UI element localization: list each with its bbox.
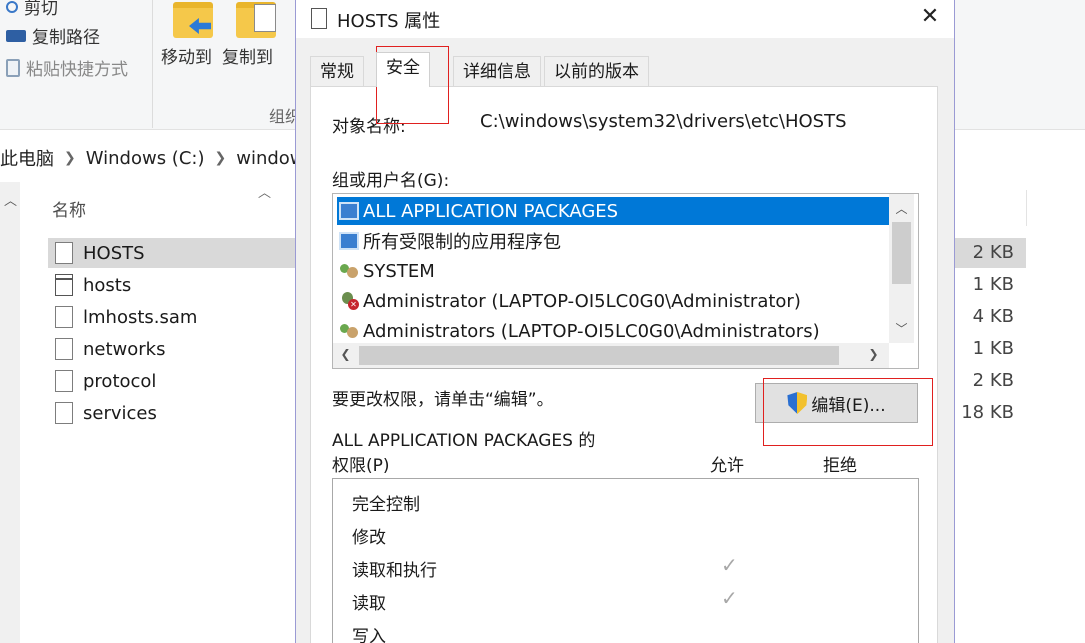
scroll-right-icon[interactable]: ❯ <box>861 347 886 361</box>
annotation-box-edit-button <box>763 378 933 446</box>
dialog-titlebar[interactable]: HOSTS 属性 ✕ <box>296 0 954 38</box>
copy-path-icon <box>6 29 26 42</box>
allow-column-header: 允许 <box>710 456 744 476</box>
copy-path-button[interactable]: 复制路径 <box>6 23 100 48</box>
list-horizontal-scrollbar[interactable]: ❮ ❯ <box>333 343 889 368</box>
column-header-name[interactable]: 名称 <box>52 196 86 221</box>
file-icon <box>55 306 73 328</box>
chevron-right-icon: ❯ <box>64 150 76 166</box>
file-icon <box>55 274 73 296</box>
scroll-left-icon[interactable]: ❮ <box>333 347 358 361</box>
list-item[interactable]: ALL APPLICATION PACKAGES <box>337 197 889 225</box>
chevron-right-icon: ❯ <box>214 150 227 166</box>
breadcrumb-drive-c[interactable]: Windows (C:) <box>86 148 205 169</box>
cut-button[interactable]: 剪切 <box>6 0 58 19</box>
checkmark-icon: ✓ <box>721 553 738 577</box>
list-item[interactable]: Administrator (LAPTOP-OI5LC0G0\Administr… <box>337 287 889 315</box>
tab-previous-versions[interactable]: 以前的版本 <box>544 56 649 86</box>
file-row-hosts-upper[interactable]: HOSTS <box>48 238 296 268</box>
file-row-networks[interactable]: networks <box>48 334 296 364</box>
arrow-left-icon <box>189 18 211 34</box>
scroll-thumb[interactable] <box>892 222 911 284</box>
package-icon <box>339 202 359 220</box>
admin-user-icon <box>339 292 359 310</box>
file-name: protocol <box>83 370 157 392</box>
list-item[interactable]: Administrators (LAPTOP-OI5LC0G0\Administ… <box>337 317 889 345</box>
file-icon <box>55 402 73 424</box>
file-row-lmhosts[interactable]: lmhosts.sam <box>48 302 296 332</box>
copy-to-folder-icon <box>236 2 276 38</box>
permission-modify: 修改 <box>352 528 386 548</box>
groups-label: 组或用户名(G): <box>332 171 450 191</box>
file-icon <box>55 242 73 264</box>
permissions-list: 完全控制 修改 读取和执行 ✓ 读取 ✓ 写入 <box>332 478 919 643</box>
scroll-up-icon[interactable]: ︿ <box>4 190 17 209</box>
file-icon <box>55 370 73 392</box>
file-row-services[interactable]: services <box>48 398 296 428</box>
permission-write: 写入 <box>352 627 386 643</box>
permission-full-control: 完全控制 <box>352 495 420 515</box>
file-icon <box>55 338 73 360</box>
deny-column-header: 拒绝 <box>823 456 857 476</box>
file-name: hosts <box>83 274 132 296</box>
ribbon-divider <box>152 0 153 128</box>
file-name: lmhosts.sam <box>83 306 198 328</box>
change-permissions-hint: 要更改权限，请单击“编辑”。 <box>332 390 554 410</box>
group-icon <box>339 262 359 280</box>
tab-general[interactable]: 常规 <box>310 56 364 86</box>
search-box-edge[interactable] <box>954 140 1085 176</box>
scissors-icon <box>6 0 18 13</box>
breadcrumb-this-pc[interactable]: 此电脑 <box>0 145 54 171</box>
move-to-button[interactable]: 移动到 <box>161 43 212 68</box>
checkmark-icon: ✓ <box>721 586 738 610</box>
package-icon <box>339 232 359 250</box>
close-icon[interactable]: ✕ <box>918 4 942 29</box>
list-item[interactable]: 所有受限制的应用程序包 <box>337 227 889 255</box>
tab-security[interactable]: 安全 <box>376 52 430 87</box>
file-name: HOSTS <box>83 242 145 264</box>
file-row-hosts[interactable]: hosts <box>48 270 296 300</box>
dialog-title: HOSTS 属性 <box>337 11 441 32</box>
paste-shortcut-icon <box>6 58 20 77</box>
document-icon <box>254 4 276 32</box>
permissions-label: 权限(P) <box>332 456 390 476</box>
sort-ascending-icon: ︿ <box>258 186 272 201</box>
column-divider <box>1026 190 1027 226</box>
breadcrumb[interactable]: 此电脑 ❯ Windows (C:) ❯ windows <box>0 140 314 176</box>
group-user-list[interactable]: ALL APPLICATION PACKAGES 所有受限制的应用程序包 SYS… <box>332 193 919 369</box>
document-icon <box>311 8 327 29</box>
tab-details[interactable]: 详细信息 <box>453 56 541 86</box>
group-icon <box>339 322 359 340</box>
permission-read-execute: 读取和执行 <box>352 561 437 581</box>
copy-to-button[interactable]: 复制到 <box>222 43 273 68</box>
scroll-down-icon[interactable]: ﹀ <box>889 320 914 337</box>
list-vertical-scrollbar[interactable]: ︿ ﹀ <box>889 194 914 343</box>
file-name: networks <box>83 338 166 360</box>
scroll-up-icon[interactable]: ︿ <box>889 200 914 217</box>
file-name: services <box>83 402 157 424</box>
scroll-thumb[interactable] <box>359 346 839 365</box>
list-item[interactable]: SYSTEM <box>337 257 889 285</box>
file-row-protocol[interactable]: protocol <box>48 366 296 396</box>
paste-shortcut-button[interactable]: 粘贴快捷方式 <box>6 55 128 80</box>
object-name-value: C:\windows\system32\drivers\etc\HOSTS <box>480 111 847 132</box>
nav-pane-scrollbar[interactable]: ︿ <box>0 182 20 643</box>
permissions-title: ALL APPLICATION PACKAGES 的 <box>332 431 596 451</box>
permission-read: 读取 <box>352 594 386 614</box>
move-to-folder-icon <box>173 2 213 38</box>
